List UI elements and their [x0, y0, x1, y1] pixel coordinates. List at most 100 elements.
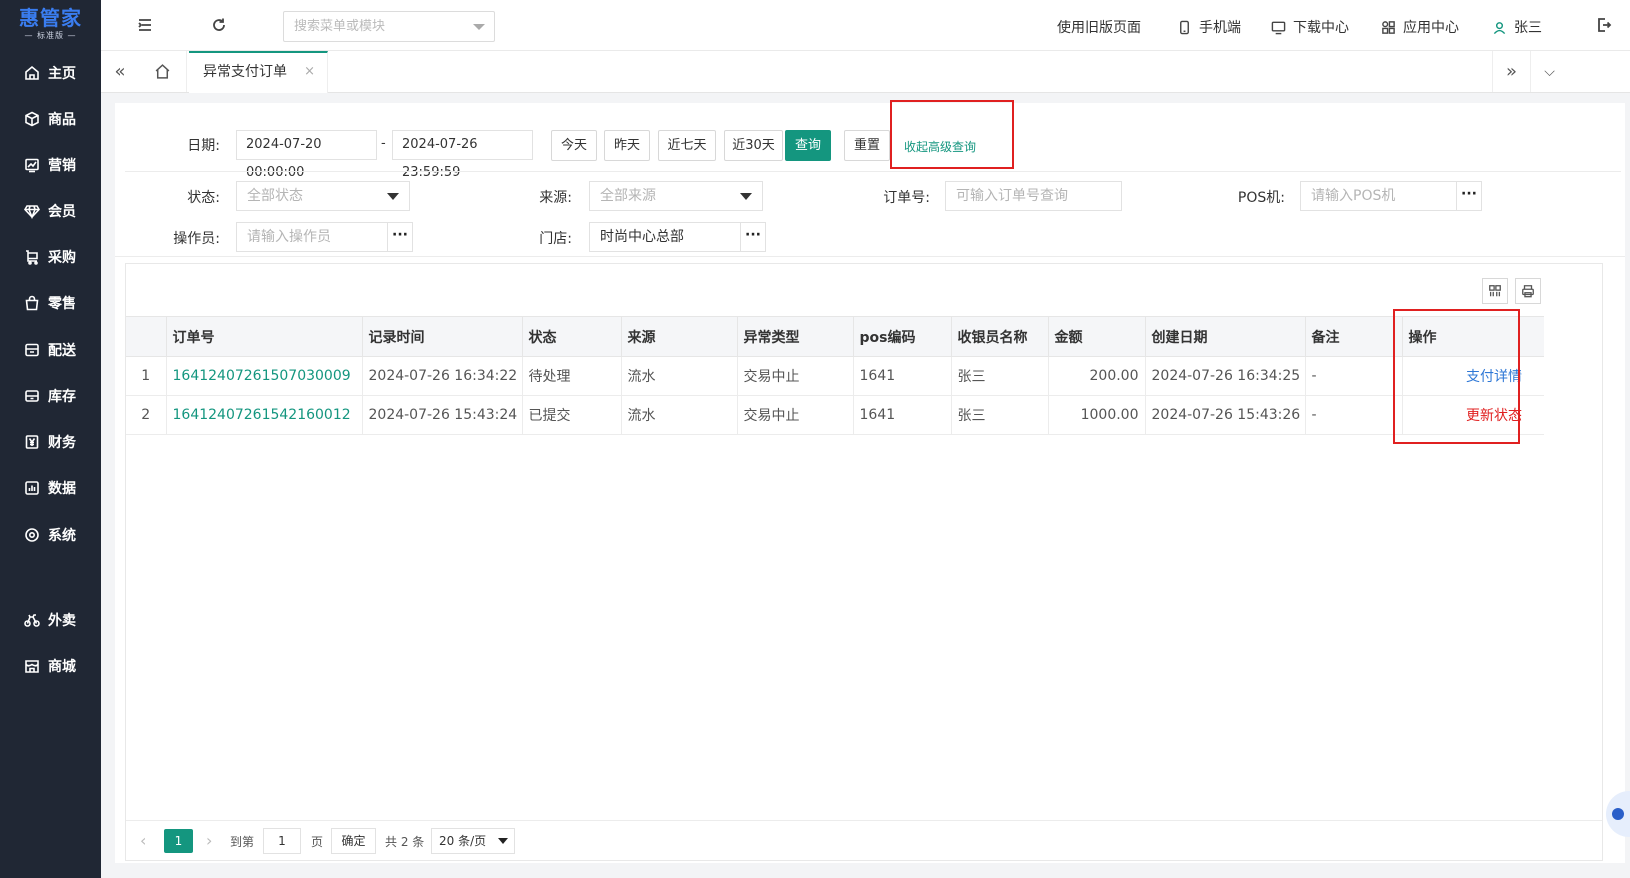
chevron-down-icon — [740, 193, 752, 200]
col-source[interactable]: 来源 — [621, 316, 738, 357]
sidebar: 惠管家 — 标准版 — 主页 商品 营销 会员 采购 零售 配送 库存 财务 数… — [0, 0, 101, 878]
logout-icon[interactable] — [1595, 16, 1613, 34]
col-cashier[interactable]: 收银员名称 — [951, 316, 1049, 357]
col-amount[interactable]: 金额 — [1048, 316, 1146, 357]
apps-icon — [1382, 20, 1395, 34]
query-panel: 日期: 2024-07-20 00:00:00 - 2024-07-26 23:… — [115, 100, 1625, 863]
tab-scroll-left-icon[interactable]: « — [101, 51, 139, 92]
goto-confirm-button[interactable]: 确定 — [331, 828, 376, 854]
sidebar-item-mall[interactable]: 商城 — [0, 646, 101, 686]
more-options-button[interactable]: ··· — [1456, 181, 1482, 211]
tab-scroll-right-icon[interactable]: » — [1492, 51, 1530, 92]
col-remark[interactable]: 备注 — [1305, 316, 1403, 357]
sidebar-item-takeout[interactable]: 外卖 — [0, 600, 101, 640]
user-menu[interactable]: 张三 — [1492, 17, 1542, 37]
sidebar-item-retail[interactable]: 零售 — [0, 283, 101, 323]
order-no-link[interactable]: 16412407261542160012 — [166, 395, 363, 435]
date-start-input[interactable]: 2024-07-20 00:00:00 — [236, 130, 377, 180]
prev-page-icon[interactable]: ‹ — [140, 831, 146, 850]
mobile-link[interactable]: 手机端 — [1177, 17, 1241, 37]
close-icon[interactable]: × — [304, 53, 315, 91]
sidebar-item-data[interactable]: 数据 — [0, 468, 101, 508]
source-select[interactable]: 全部来源 — [589, 181, 763, 211]
reset-button[interactable]: 重置 — [844, 130, 890, 161]
sidebar-item-inventory[interactable]: 库存 — [0, 376, 101, 416]
date-label: 日期: — [187, 138, 220, 154]
page-size-select[interactable]: 20 条/页 — [431, 828, 515, 854]
old-version-link[interactable]: 使用旧版页面 — [1057, 17, 1141, 37]
sidebar-item-label: 配送 — [48, 343, 76, 359]
status-select[interactable]: 全部状态 — [236, 181, 410, 211]
column-settings-icon[interactable] — [1482, 278, 1508, 304]
col-record-time[interactable]: 记录时间 — [362, 316, 523, 357]
table-header-row: 订单号 记录时间 状态 来源 异常类型 pos编码 收银员名称 金额 创建日期 … — [126, 316, 1544, 357]
current-page-button[interactable]: 1 — [164, 829, 193, 853]
total-count: 共 2 条 — [385, 835, 425, 849]
exception-type-cell: 交易中止 — [737, 395, 854, 435]
col-created-date[interactable]: 创建日期 — [1145, 316, 1306, 357]
print-icon[interactable] — [1515, 278, 1541, 304]
sidebar-item-finance[interactable]: 财务 — [0, 422, 101, 462]
sidebar-item-label: 外卖 — [48, 613, 76, 629]
orders-table-container: 订单号 记录时间 状态 来源 异常类型 pos编码 收银员名称 金额 创建日期 … — [125, 263, 1603, 861]
menu-search-select[interactable]: 搜索菜单或模块 — [283, 11, 495, 42]
amount-cell: 1000.00 — [1048, 395, 1146, 435]
last-7-days-button[interactable]: 近七天 — [658, 130, 716, 161]
sidebar-item-home[interactable]: 主页 — [0, 53, 101, 93]
tab-dropdown-icon[interactable]: ⌵ — [1530, 51, 1568, 92]
order-no-label: 订单号: — [883, 190, 930, 206]
highlight-box — [890, 100, 1014, 169]
chevron-down-icon — [387, 193, 399, 200]
brand-edition: 标准版 — [37, 31, 64, 40]
shop-icon — [24, 658, 40, 674]
col-exception-type[interactable]: 异常类型 — [737, 316, 854, 357]
sidebar-item-system[interactable]: 系统 — [0, 515, 101, 555]
date-end-input[interactable]: 2024-07-26 23:59:59 — [392, 130, 533, 180]
sidebar-item-label: 数据 — [48, 481, 76, 497]
sidebar-item-label: 会员 — [48, 204, 76, 220]
status-label: 状态: — [187, 190, 220, 206]
menu-toggle-icon[interactable] — [136, 16, 154, 34]
next-page-icon[interactable]: › — [206, 831, 212, 850]
tab-home[interactable] — [139, 51, 187, 92]
col-status[interactable]: 状态 — [522, 316, 622, 357]
tab-abnormal-payment-orders[interactable]: 异常支付订单 × — [189, 51, 328, 93]
more-options-button[interactable]: ··· — [387, 222, 413, 252]
sidebar-item-label: 库存 — [48, 389, 76, 405]
sidebar-item-delivery[interactable]: 配送 — [0, 330, 101, 370]
col-index — [126, 316, 167, 357]
more-options-button[interactable]: ··· — [740, 222, 766, 252]
goto-page-input[interactable]: 1 — [263, 828, 301, 854]
today-button[interactable]: 今天 — [551, 130, 597, 161]
sidebar-item-goods[interactable]: 商品 — [0, 99, 101, 139]
sidebar-item-label: 系统 — [48, 528, 76, 544]
last-30-days-button[interactable]: 近30天 — [724, 130, 783, 161]
monitor-icon — [1271, 21, 1286, 34]
operator-input[interactable]: 请输入操作员 ··· — [236, 222, 413, 252]
col-order-no[interactable]: 订单号 — [166, 316, 363, 357]
diamond-icon — [24, 203, 40, 219]
col-pos-code[interactable]: pos编码 — [853, 316, 952, 357]
record-time-cell: 2024-07-26 15:43:24 — [362, 395, 523, 435]
refresh-icon[interactable] — [210, 16, 228, 34]
store-input[interactable]: 时尚中心总部 ··· — [589, 222, 766, 252]
date-separator: - — [381, 136, 386, 151]
chevron-down-icon — [498, 838, 508, 844]
download-center-link[interactable]: 下载中心 — [1271, 17, 1349, 37]
menu-search-placeholder: 搜索菜单或模块 — [294, 19, 386, 34]
page-unit-label: 页 — [311, 835, 324, 849]
order-no-link[interactable]: 16412407261507030009 — [166, 356, 363, 396]
cashier-cell: 张三 — [951, 356, 1049, 396]
sidebar-item-member[interactable]: 会员 — [0, 191, 101, 231]
sidebar-item-label: 主页 — [48, 66, 76, 82]
order-no-input[interactable]: 可输入订单号查询 — [945, 181, 1122, 211]
divider — [115, 256, 1625, 257]
sidebar-item-label: 营销 — [48, 158, 76, 174]
row-index: 2 — [126, 395, 167, 435]
app-center-link[interactable]: 应用中心 — [1381, 17, 1459, 37]
yesterday-button[interactable]: 昨天 — [604, 130, 650, 161]
sidebar-item-purchase[interactable]: 采购 — [0, 237, 101, 277]
sidebar-item-marketing[interactable]: 营销 — [0, 145, 101, 185]
pos-input[interactable]: 请输入POS机 ··· — [1300, 181, 1482, 211]
query-button[interactable]: 查询 — [785, 130, 831, 161]
